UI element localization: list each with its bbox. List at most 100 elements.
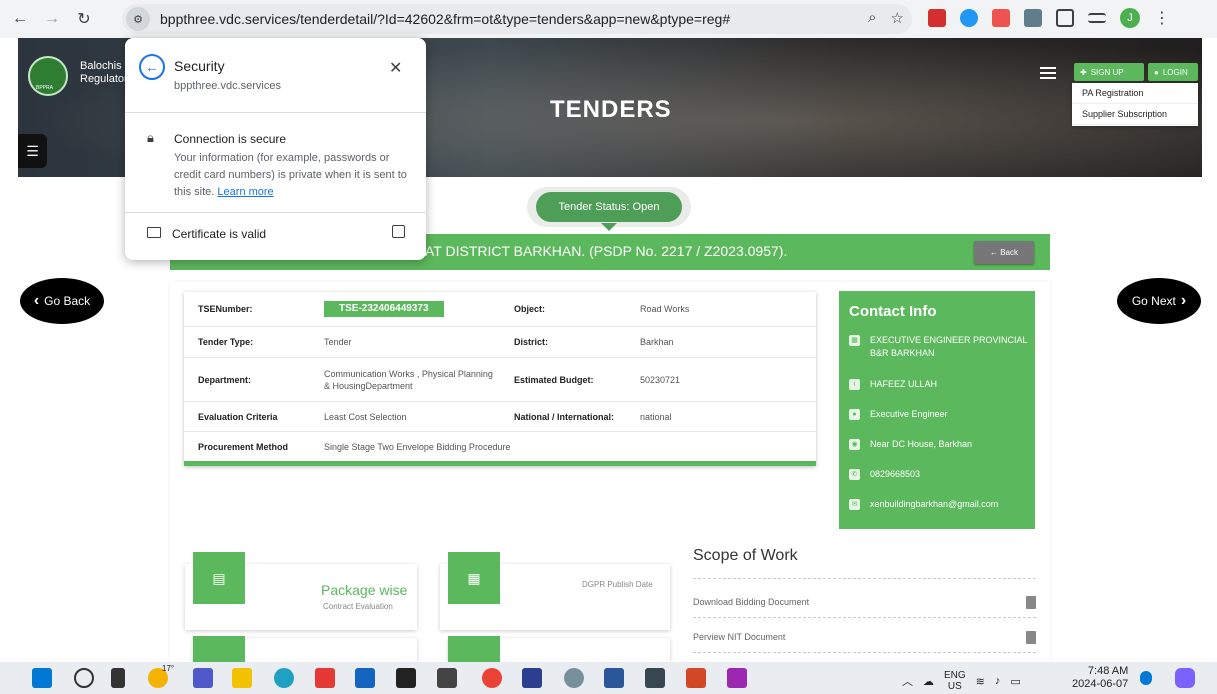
download-bidding-document-link[interactable]: Download Bidding Document xyxy=(693,592,1036,612)
browser-toolbar: ← → ↻ ⚙ bppthree.vdc.services/tenderdeta… xyxy=(0,0,1217,38)
connection-secure-label[interactable]: Connection is secure xyxy=(174,132,286,146)
reading-list-icon[interactable] xyxy=(1088,13,1106,23)
url-text[interactable]: bppthree.vdc.services/tenderdetail/?Id=4… xyxy=(160,11,730,27)
extension-pocket-icon[interactable] xyxy=(992,9,1010,27)
extension-gray-icon[interactable] xyxy=(1024,9,1042,27)
back-button[interactable]: ← Back xyxy=(974,241,1034,264)
certificate-valid-item[interactable]: Certificate is valid xyxy=(172,227,266,241)
login-button[interactable]: ● LOGIN xyxy=(1148,63,1198,81)
reload-icon[interactable]: ↻ xyxy=(72,7,96,31)
extension-red-icon[interactable] xyxy=(928,9,946,27)
package-wise-subtitle: Contract Evaluation xyxy=(323,602,393,611)
package-wise-box[interactable]: ▤ Package wise Contract Evaluation xyxy=(185,552,417,630)
clock[interactable]: 7:48 AM 2024-06-07 xyxy=(1072,665,1128,691)
open-external-icon[interactable] xyxy=(392,225,405,238)
building-icon: ▦ xyxy=(849,335,860,346)
lang-secondary: US xyxy=(947,681,962,692)
close-icon[interactable]: ✕ xyxy=(389,58,402,78)
extension-blue-icon[interactable] xyxy=(960,9,978,27)
package-wise-title: Package wise xyxy=(321,582,408,598)
pdf-icon[interactable] xyxy=(1026,595,1036,609)
scope-of-work-title: Scope of Work xyxy=(693,547,798,564)
dropdown-item-pa-registration[interactable]: PA Registration xyxy=(1072,83,1198,104)
signup-label: SIGN UP xyxy=(1090,67,1124,77)
back-arrow-icon[interactable]: ← xyxy=(139,54,165,80)
chrome-icon[interactable] xyxy=(482,668,502,688)
contact-email: ✉ xenbuildingbarkhan@gmail.com xyxy=(849,498,1031,511)
feature-box-lower-right[interactable] xyxy=(448,636,670,662)
forward-arrow-icon[interactable]: → xyxy=(40,7,64,31)
go-back-button[interactable]: ‹ Go Back xyxy=(20,278,104,324)
app-purple-icon[interactable] xyxy=(727,668,747,688)
tender-type-value: Tender xyxy=(324,337,352,347)
battery-icon[interactable]: ▭ xyxy=(1010,675,1020,688)
windows-start-icon[interactable] xyxy=(32,668,52,688)
contact-email-text[interactable]: xenbuildingbarkhan@gmail.com xyxy=(870,498,998,511)
app-l-icon[interactable] xyxy=(315,668,335,688)
dgpr-box[interactable]: ▦ DGPR Publish Date xyxy=(440,552,670,630)
zoom-icon[interactable]: ⌕ xyxy=(868,9,876,27)
contact-phone-text[interactable]: 0829668503 xyxy=(870,468,920,481)
back-arrow-icon[interactable]: ← xyxy=(8,7,32,31)
chevron-up-icon[interactable]: ︿ xyxy=(902,673,913,689)
signup-button[interactable]: ✚ SIGN UP xyxy=(1074,63,1144,81)
lock-icon: 🔒︎ xyxy=(147,130,154,145)
solitaire-icon[interactable] xyxy=(645,668,665,688)
person-icon: i xyxy=(849,379,860,390)
file-explorer-icon[interactable] xyxy=(232,668,252,688)
copilot-icon[interactable] xyxy=(1175,668,1195,688)
clock-time: 7:48 AM xyxy=(1087,665,1129,677)
table-row: Department: Communication Works , Physic… xyxy=(184,358,816,402)
location-icon: ◉ xyxy=(849,439,860,450)
cloud-icon[interactable]: ☁ xyxy=(923,675,934,688)
budget-value: 50230721 xyxy=(640,374,681,385)
tender-details-table: TSENumber: TSE-232406449373 Object: Road… xyxy=(184,292,816,466)
phone-icon: ✆ xyxy=(849,469,860,480)
wifi-icon[interactable]: ≋ xyxy=(976,675,985,688)
contact-office-text: EXECUTIVE ENGINEER PROVINCIAL B&R BARKHA… xyxy=(870,335,1028,358)
pdf-icon[interactable] xyxy=(1026,630,1036,644)
settings-icon[interactable] xyxy=(564,668,584,688)
page-title: TENDERS xyxy=(550,96,672,123)
tse-label: TSENumber: xyxy=(198,304,253,314)
language-indicator[interactable]: ENG US xyxy=(944,670,966,692)
extensions-puzzle-icon[interactable] xyxy=(1056,9,1074,27)
learn-more-link[interactable]: Learn more xyxy=(217,186,273,198)
preview-nit-document-link[interactable]: Perview NIT Document xyxy=(693,627,1036,647)
evaluation-value: Least Cost Selection xyxy=(324,411,407,422)
app-blue-icon[interactable] xyxy=(522,668,542,688)
task-view-icon[interactable] xyxy=(111,668,125,688)
notification-bell-icon[interactable] xyxy=(1140,671,1152,685)
signup-dropdown: PA Registration Supplier Subscription xyxy=(1072,83,1198,126)
site-info-icon[interactable]: ⚙ xyxy=(126,7,150,31)
bookmark-star-icon[interactable]: ☆ xyxy=(891,9,904,27)
app-b-icon[interactable] xyxy=(437,668,457,688)
teams-icon[interactable] xyxy=(193,668,213,688)
profile-avatar[interactable]: J xyxy=(1120,8,1140,28)
amazon-icon[interactable] xyxy=(396,668,416,688)
word-icon[interactable] xyxy=(604,668,624,688)
contact-phone: ✆ 0829668503 xyxy=(849,468,1031,481)
sidebar-toggle-icon[interactable]: ☰ xyxy=(18,134,47,168)
edge-icon[interactable] xyxy=(274,668,294,688)
national-label: National / International: xyxy=(514,411,615,422)
hamburger-menu-icon[interactable] xyxy=(1040,67,1056,79)
logo-text: BPPRA xyxy=(36,85,53,91)
feature-box-lower-left[interactable] xyxy=(193,636,417,662)
go-next-button[interactable]: Go Next › xyxy=(1117,278,1201,324)
powerpoint-icon[interactable] xyxy=(686,668,706,688)
contact-address-text: Near DC House, Barkhan xyxy=(870,439,973,449)
store-icon[interactable] xyxy=(355,668,375,688)
volume-icon[interactable]: ♪ xyxy=(995,675,1001,687)
user-icon: ● xyxy=(1154,67,1159,77)
lang-primary: ENG xyxy=(944,670,966,681)
more-menu-icon[interactable]: ⋮ xyxy=(1154,8,1170,28)
search-icon[interactable] xyxy=(74,668,94,688)
dropdown-item-supplier-subscription[interactable]: Supplier Subscription xyxy=(1072,104,1198,125)
system-tray: ︿ ☁ ENG US ≋ ♪ ▭ xyxy=(902,670,1021,692)
address-bar[interactable]: ⚙ bppthree.vdc.services/tenderdetail/?Id… xyxy=(122,4,912,34)
contact-designation: ● Executive Engineer xyxy=(849,408,1031,421)
tender-status-label: Tender Status: Open xyxy=(536,192,682,222)
go-next-label: Go Next xyxy=(1131,294,1176,308)
security-domain: bppthree.vdc.services xyxy=(174,80,281,92)
